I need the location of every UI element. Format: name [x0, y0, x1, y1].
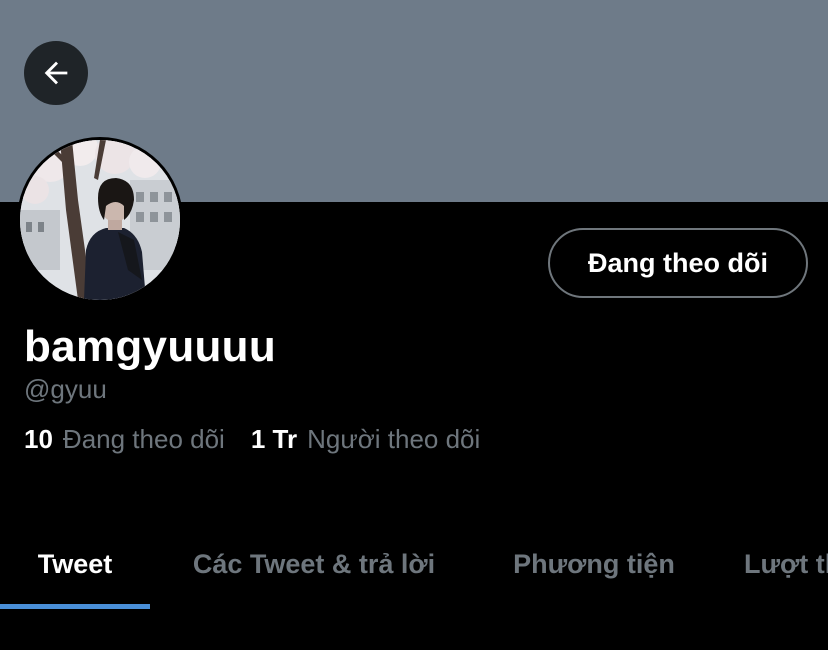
tab-tweets[interactable]: Tweet: [0, 520, 150, 608]
username-handle: @gyuu: [24, 374, 107, 404]
active-tab-indicator: [0, 604, 150, 609]
followers-label: Người theo dõi: [307, 424, 481, 454]
tab-tweets-and-replies[interactable]: Các Tweet & trả lời: [150, 520, 478, 608]
following-button[interactable]: Đang theo dõi: [548, 228, 808, 298]
profile-page: Đang theo dõi bamgyuuuu @gyuu 10 Đang th…: [0, 0, 828, 650]
following-label: Đang theo dõi: [62, 424, 225, 454]
arrow-left-icon: [44, 61, 68, 85]
profile-tabs: Tweet Các Tweet & trả lời Phương tiện Lư…: [0, 520, 828, 610]
profile-stats: 10 Đang theo dõi 1 Tr Người theo dõi: [24, 424, 480, 455]
followers-stat[interactable]: 1 Tr Người theo dõi: [251, 424, 480, 455]
display-name: bamgyuuuu: [24, 322, 277, 371]
tab-media[interactable]: Phương tiện: [478, 520, 710, 608]
following-stat[interactable]: 10 Đang theo dõi: [24, 424, 225, 455]
followers-count: 1 Tr: [250, 424, 298, 454]
avatar[interactable]: [20, 140, 180, 300]
tab-likes[interactable]: Lượt thích: [744, 520, 828, 608]
back-button[interactable]: [24, 41, 88, 105]
following-count: 10: [24, 424, 53, 454]
avatar-photo: [20, 140, 180, 300]
